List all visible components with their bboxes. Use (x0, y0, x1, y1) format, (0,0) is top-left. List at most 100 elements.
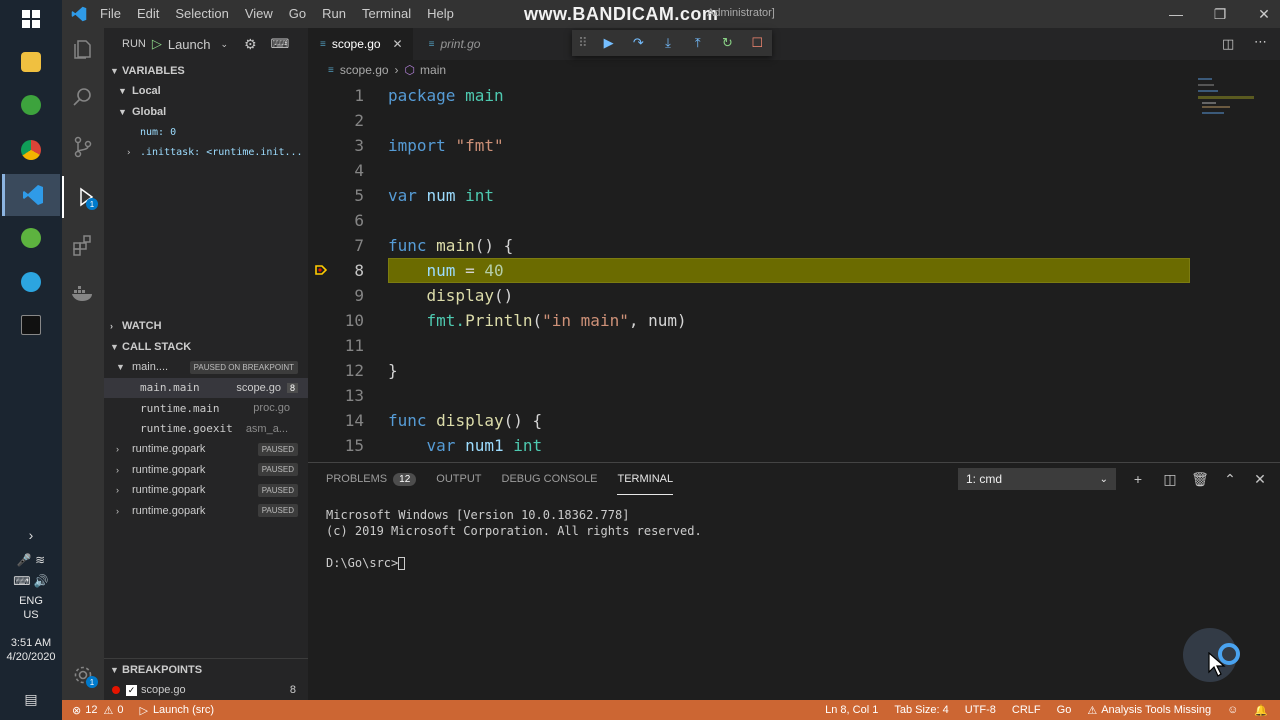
analysis-tools-status[interactable]: ⚠ Analysis Tools Missing (1079, 704, 1219, 717)
tab-debug-console[interactable]: DEBUG CONSOLE (502, 463, 598, 495)
restore-button[interactable]: ❐ (1198, 0, 1242, 28)
tab-size[interactable]: Tab Size: 4 (886, 704, 956, 716)
telegram-icon[interactable] (15, 267, 47, 297)
clock[interactable]: 3:51 AM 4/20/2020 (0, 636, 62, 664)
watch-section-header[interactable]: › WATCH (104, 315, 308, 336)
notifications-icon[interactable]: ▤ (15, 684, 47, 714)
cmd-icon[interactable] (15, 310, 47, 340)
menu-go[interactable]: Go (281, 0, 314, 28)
app-hs-icon[interactable] (15, 90, 47, 120)
global-scope-label: Global (132, 105, 167, 118)
close-panel-icon[interactable]: ✕ (1250, 469, 1270, 489)
breakpoint-item[interactable]: ✓ scope.go 8 (104, 680, 308, 700)
file-explorer-icon[interactable] (15, 47, 47, 77)
manage-gear-icon[interactable]: 1 (62, 654, 104, 696)
settings-gear-icon[interactable]: ⚙ (244, 36, 257, 53)
watch-section: › WATCH ▼ CALL STACK ▼ main.... PAUSED O… (104, 315, 308, 521)
chevron-right-icon: › (110, 320, 113, 331)
menu-help[interactable]: Help (419, 0, 462, 28)
search-icon[interactable] (62, 76, 104, 118)
variables-section-header[interactable]: ▼ VARIABLES (104, 60, 308, 81)
restart-icon[interactable]: ↻ (713, 30, 743, 56)
variable-inittask[interactable]: › .inittask: <runtime.init... (104, 143, 308, 164)
step-over-icon[interactable]: ↷ (623, 30, 653, 56)
feedback-icon[interactable]: ☺ (1219, 704, 1246, 716)
menu-selection[interactable]: Selection (167, 0, 236, 28)
tab-output[interactable]: OUTPUT (436, 463, 481, 495)
explorer-icon[interactable] (62, 28, 104, 70)
utorrent-icon[interactable] (15, 223, 47, 253)
volume-icon[interactable]: ⌨ 🔊 (6, 570, 56, 592)
menu-edit[interactable]: Edit (129, 0, 167, 28)
frame-source: proc.go (253, 402, 290, 415)
cursor-position[interactable]: Ln 8, Col 1 (817, 704, 886, 716)
new-terminal-icon[interactable]: + (1128, 469, 1148, 489)
vscode-taskbar-icon[interactable] (2, 174, 60, 216)
kill-terminal-icon[interactable]: 🗑 (1190, 469, 1210, 489)
call-stack-main-thread[interactable]: ▼ main.... PAUSED ON BREAKPOINT (104, 357, 308, 378)
terminal-select[interactable]: 1: cmd ⌄ (958, 468, 1116, 490)
system-tray-icons[interactable]: 🎤 ≋ (6, 549, 56, 571)
variables-global-scope[interactable]: ▼ Global (104, 102, 308, 123)
stop-icon[interactable]: ☐ (742, 30, 772, 56)
drag-handle-icon[interactable]: ⠿ (572, 30, 594, 56)
split-terminal-icon[interactable]: ◫ (1160, 469, 1180, 489)
more-actions-icon[interactable]: ⋯ (1254, 34, 1267, 50)
minimap[interactable] (1198, 78, 1268, 118)
mouse-pointer-icon (1208, 651, 1226, 681)
menu-run[interactable]: Run (314, 0, 354, 28)
call-stack-thread[interactable]: › runtime.gopark PAUSED (104, 501, 308, 522)
chrome-icon[interactable] (15, 135, 47, 165)
step-into-icon[interactable]: ⤓ (653, 30, 683, 56)
notifications-bell-icon[interactable]: 🔔 (1246, 704, 1276, 717)
tab-terminal[interactable]: TERMINAL (617, 463, 674, 495)
windows-taskbar: › 🎤 ≋ ⌨ 🔊 ENG US 3:51 AM 4/20/2020 ▤ (0, 0, 62, 720)
variables-local-scope[interactable]: ▼ Local (104, 81, 308, 102)
debug-console-icon[interactable]: ⌨ (271, 36, 290, 52)
start-debug-icon[interactable]: ▷ (152, 36, 162, 52)
problems-status[interactable]: ⊗ 12 ⚠ 0 (62, 704, 131, 717)
breakpoint-checkbox[interactable]: ✓ (126, 684, 137, 696)
code-editor[interactable]: 1 package main 2 3 import "fmt" 4 5 var … (308, 83, 1280, 462)
step-out-icon[interactable]: ⤒ (683, 30, 713, 56)
windows-start-icon[interactable] (15, 4, 47, 34)
docker-icon[interactable] (62, 272, 104, 314)
menu-terminal[interactable]: Terminal (354, 0, 419, 28)
code-line: 9 display() (308, 283, 1268, 308)
continue-icon[interactable]: ▶ (594, 30, 624, 56)
call-stack-thread[interactable]: › runtime.gopark PAUSED (104, 439, 308, 460)
run-debug-icon[interactable]: 1 (62, 176, 104, 218)
extensions-icon[interactable] (62, 224, 104, 266)
launch-config-dropdown[interactable]: ▷ Launch ⌄ (152, 36, 228, 52)
debug-launch-status[interactable]: ▷ Launch (src) (131, 704, 222, 717)
source-control-icon[interactable] (62, 126, 104, 168)
call-stack-thread[interactable]: › runtime.gopark PAUSED (104, 480, 308, 501)
breadcrumb-symbol[interactable]: main (420, 63, 446, 77)
maximize-panel-icon[interactable]: ⌃ (1220, 469, 1240, 489)
split-editor-icon[interactable]: ◫ (1222, 36, 1234, 52)
end-of-line[interactable]: CRLF (1004, 704, 1049, 716)
call-stack-section-header[interactable]: ▼ CALL STACK (104, 336, 308, 357)
call-stack-frame[interactable]: runtime.goexit asm_a... (104, 419, 308, 440)
terminal-output[interactable]: Microsoft Windows [Version 10.0.18362.77… (326, 507, 702, 571)
line-number: 8 (354, 261, 364, 280)
menu-file[interactable]: File (92, 0, 129, 28)
breakpoint-file: scope.go (141, 684, 186, 697)
tab-scope-go[interactable]: ≡ scope.go ✕ (308, 28, 413, 60)
close-tab-icon[interactable]: ✕ (393, 37, 403, 51)
tab-problems[interactable]: PROBLEMS 12 (326, 463, 417, 495)
call-stack-frame[interactable]: runtime.main proc.go (104, 398, 308, 419)
language-mode[interactable]: Go (1049, 704, 1080, 716)
breadcrumb-file[interactable]: scope.go (340, 63, 389, 77)
show-hidden-icons-icon[interactable]: › (15, 522, 47, 548)
menu-view[interactable]: View (237, 0, 281, 28)
language-indicator[interactable]: ENG US (0, 594, 62, 622)
encoding[interactable]: UTF-8 (957, 704, 1004, 716)
tab-print-go[interactable]: ≡ print.go (413, 28, 491, 60)
close-window-button[interactable]: ✕ (1242, 0, 1280, 28)
call-stack-frame[interactable]: main.main scope.go 8 (104, 377, 308, 398)
minimize-button[interactable]: — (1154, 0, 1198, 28)
variable-num[interactable]: num: 0 (104, 122, 308, 143)
call-stack-thread[interactable]: › runtime.gopark PAUSED (104, 460, 308, 481)
breakpoints-section-header[interactable]: ▼ BREAKPOINTS (104, 659, 308, 680)
